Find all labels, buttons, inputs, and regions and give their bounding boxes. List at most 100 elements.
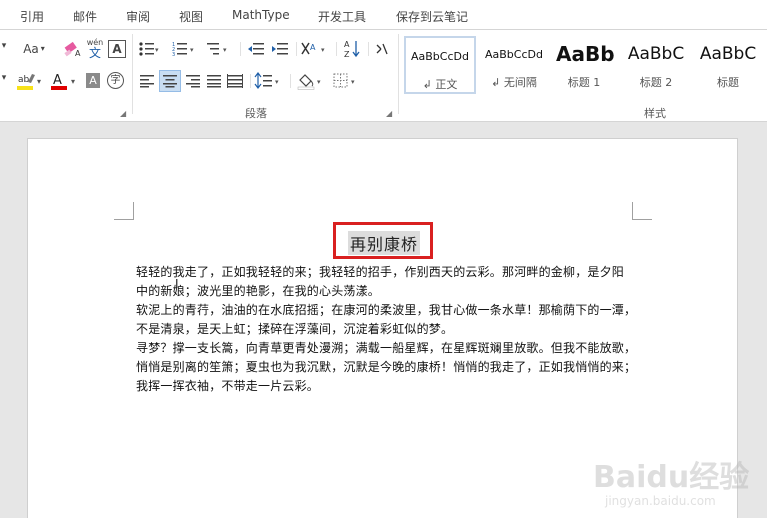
tab-developer[interactable]: 开发工具 (318, 8, 366, 25)
body-line[interactable]: 不是清泉，是天上虹；揉碎在浮藻间，沉淀着彩虹似的梦。 (136, 320, 453, 337)
align-right-icon (186, 75, 200, 88)
baidu-jingyan-watermark: Baidu经验 jingyan.baidu.com (585, 452, 765, 518)
sort-button[interactable]: AZ (342, 38, 362, 60)
align-right-button[interactable] (184, 72, 202, 90)
highlight-color-button[interactable]: ab ▾ (16, 70, 46, 92)
borders-button[interactable]: ▾ (332, 71, 360, 91)
svg-text:A: A (344, 40, 350, 49)
decrease-indent-button[interactable] (246, 40, 266, 58)
chinese-layout-button[interactable]: A ▾ (300, 40, 330, 58)
dropdown-arrow-icon[interactable]: ▾ (0, 74, 8, 83)
justify-icon (207, 75, 221, 88)
body-line[interactable]: 中的新娘；波光里的艳影，在我的心头荡漾。 (136, 282, 380, 299)
svg-text:ab: ab (18, 75, 30, 85)
dropdown-arrow-icon[interactable]: ▾ (0, 42, 8, 51)
separator (290, 74, 291, 88)
svg-text:▾: ▾ (37, 77, 41, 86)
phonetic-guide-button[interactable]: wén 文 (86, 38, 104, 60)
tab-view[interactable]: 视图 (179, 8, 203, 25)
tab-mailings[interactable]: 邮件 (73, 8, 97, 25)
sort-icon: AZ (344, 40, 360, 59)
svg-text:A: A (53, 73, 62, 88)
character-border-button[interactable]: A (108, 40, 126, 58)
ribbon-tab-bar: 引用 邮件 审阅 视图 MathType 开发工具 保存到云笔记 (0, 0, 767, 30)
text-glyph-icon: 文 (88, 46, 101, 60)
separator (336, 42, 337, 56)
body-line[interactable]: 寻梦？撑一支长篙，向青草更青处漫溯；满载一船星辉，在星辉斑斓里放歌。但我不能放歌… (136, 339, 636, 356)
style-name: 标题 (717, 76, 739, 89)
crop-mark-top-right (632, 202, 652, 220)
clear-formatting-button[interactable]: A (62, 40, 82, 58)
align-center-button[interactable] (159, 70, 181, 92)
svg-text:▾: ▾ (223, 46, 227, 54)
dropdown-arrow-icon: ▾ (40, 44, 45, 53)
group-separator (132, 34, 133, 114)
styles-group-label: 样式 (644, 107, 666, 120)
title-highlight-box: 再别康桥 (333, 222, 433, 259)
increase-indent-icon (272, 43, 288, 55)
bullets-icon: ▾ (139, 42, 159, 56)
bullets-button[interactable]: ▾ (138, 40, 160, 58)
style-heading-2[interactable]: AaBbC 标题 2 (620, 36, 692, 94)
enclose-characters-button[interactable]: 字 (107, 72, 124, 89)
tab-review[interactable]: 审阅 (126, 8, 150, 25)
line-spacing-button[interactable]: ▾ (254, 71, 282, 91)
tab-save-to-cloud-notes[interactable]: 保存到云笔记 (396, 8, 468, 25)
increase-indent-button[interactable] (270, 40, 290, 58)
watermark-logo: Baidu经验 (593, 460, 750, 495)
style-heading-1[interactable]: AaBb 标题 1 (548, 36, 620, 94)
shading-button[interactable]: ▾ (296, 71, 326, 91)
justify-button[interactable] (205, 72, 223, 90)
style-sample: AaBbC (627, 44, 685, 64)
numbering-icon: 123▾ (172, 42, 194, 57)
style-normal[interactable]: AaBbCcDd ↲ 正文 (404, 36, 476, 94)
paragraph-group-label: 段落 (245, 107, 267, 120)
svg-text:A: A (310, 43, 316, 52)
body-line[interactable]: 轻轻的我走了，正如我轻轻的来；我轻轻的招手，作别西天的云彩。那河畔的金柳，是夕阳 (136, 263, 624, 280)
align-left-icon (140, 75, 154, 88)
change-case-button[interactable]: Aa ▾ (20, 40, 48, 58)
align-center-icon (163, 75, 177, 88)
svg-text:▾: ▾ (71, 77, 75, 86)
svg-text:Z: Z (344, 50, 350, 59)
word-window: 引用 邮件 审阅 视图 MathType 开发工具 保存到云笔记 ▾ Aa ▾ A… (0, 0, 767, 518)
paint-bucket-icon: ▾ (297, 74, 321, 90)
body-line[interactable]: 软泥上的青荇，油油的在水底招摇；在康河的柔波里，我甘心做一条水草！那榆荫下的一潭… (136, 301, 636, 318)
crop-mark-top-left (114, 202, 134, 220)
style-name: ↲ 正文 (422, 78, 458, 91)
style-sample: AaBbCcDd (411, 50, 469, 63)
style-no-spacing[interactable]: AaBbCcDd ↲ 无间隔 (478, 36, 550, 94)
body-line[interactable]: 我挥一挥衣袖，不带走一片云彩。 (136, 377, 319, 394)
tab-references[interactable]: 引用 (20, 8, 44, 25)
svg-text:▾: ▾ (155, 46, 159, 54)
body-line[interactable]: 悄悄是别离的笙箫；夏虫也为我沉默，沉默是今晚的康桥！悄悄的我走了，正如我悄悄的来… (136, 358, 636, 375)
paragraph-mark-icon (376, 43, 388, 55)
tab-mathtype[interactable]: MathType (232, 8, 290, 22)
svg-text:▾: ▾ (190, 46, 194, 54)
distributed-align-button[interactable] (226, 72, 244, 90)
group-separator (398, 34, 399, 114)
svg-text:▾: ▾ (317, 78, 321, 86)
document-title[interactable]: 再别康桥 (348, 231, 421, 255)
style-name: 标题 1 (567, 76, 601, 89)
paragraph-dialog-launcher-icon[interactable]: ◢ (386, 109, 392, 118)
separator (240, 42, 241, 56)
multilevel-list-button[interactable]: ▾ (206, 40, 232, 58)
align-left-button[interactable] (138, 72, 156, 90)
font-color-button[interactable]: A ▾ (50, 70, 80, 92)
style-title[interactable]: AaBbC 标题 (692, 36, 764, 94)
separator (296, 42, 297, 56)
borders-icon: ▾ (333, 73, 355, 88)
line-spacing-icon: ▾ (254, 72, 279, 89)
style-name: 标题 2 (639, 76, 673, 89)
character-shading-button[interactable]: A (86, 73, 100, 88)
separator (368, 42, 369, 56)
text-cursor-icon: Ⅰ (175, 277, 179, 291)
svg-text:▾: ▾ (351, 78, 355, 86)
show-hide-marks-button[interactable] (374, 40, 392, 58)
multilevel-list-icon: ▾ (207, 43, 227, 55)
numbering-button[interactable]: 1 2 3 ▾ (172, 40, 200, 58)
watermark-url: jingyan.baidu.com (605, 494, 716, 508)
font-dialog-launcher-icon[interactable]: ◢ (120, 109, 126, 118)
style-sample: AaBb (556, 42, 615, 66)
